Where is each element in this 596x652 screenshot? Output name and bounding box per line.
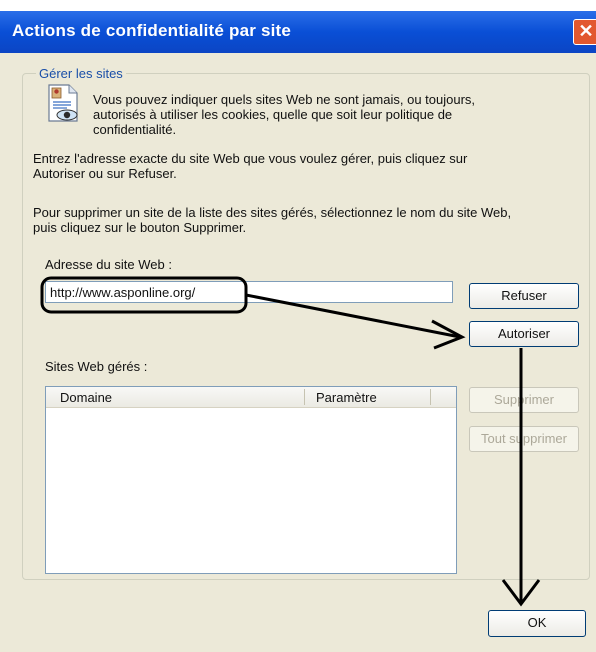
column-setting[interactable]: Paramètre [316,390,377,405]
column-domain[interactable]: Domaine [60,390,112,405]
allow-button[interactable]: Autoriser [469,321,579,347]
intro-text: Vous pouvez indiquer quels sites Web ne … [93,92,475,137]
instruction-line: Entrez l'adresse exacte du site Web que … [33,151,468,166]
remove-all-button[interactable]: Tout supprimer [469,426,579,452]
instructions-allow-block: Entrez l'adresse exacte du site Web que … [33,151,467,181]
group-legend: Gérer les sites [36,66,126,81]
intro-line: confidentialité. [93,122,177,137]
instructions-remove: Pour supprimer un site de la liste des s… [33,205,511,235]
instruction-line: puis cliquez sur le bouton Supprimer. [33,220,247,235]
dialog-body: Gérer les sites Vous pouvez indiquer que… [0,53,596,652]
managed-sites-list[interactable]: Domaine Paramètre [45,386,457,574]
column-separator[interactable] [430,389,431,405]
column-separator[interactable] [304,389,305,405]
manage-sites-group: Gérer les sites Vous pouvez indiquer que… [22,66,590,580]
privacy-document-eye-icon [48,84,78,122]
ok-button[interactable]: OK [488,610,586,637]
address-label: Adresse du site Web : [45,257,172,272]
instruction-line: Pour supprimer un site de la liste des s… [33,205,512,220]
site-address-input[interactable] [45,281,453,303]
title-bar: Actions de confidentialité par site ✕ [0,11,596,53]
managed-sites-label: Sites Web gérés : [45,359,148,374]
close-icon: ✕ [578,21,594,41]
intro-line: autorisés à utiliser les cookies, quelle… [93,107,453,122]
remove-button[interactable]: Supprimer [469,387,579,413]
instruction-line: Autoriser ou sur Refuser. [33,166,177,181]
close-button[interactable]: ✕ [573,19,596,45]
intro-line: Vous pouvez indiquer quels sites Web ne … [93,92,476,107]
list-header: Domaine Paramètre [46,387,456,408]
window-title: Actions de confidentialité par site [12,21,292,40]
block-button[interactable]: Refuser [469,283,579,309]
